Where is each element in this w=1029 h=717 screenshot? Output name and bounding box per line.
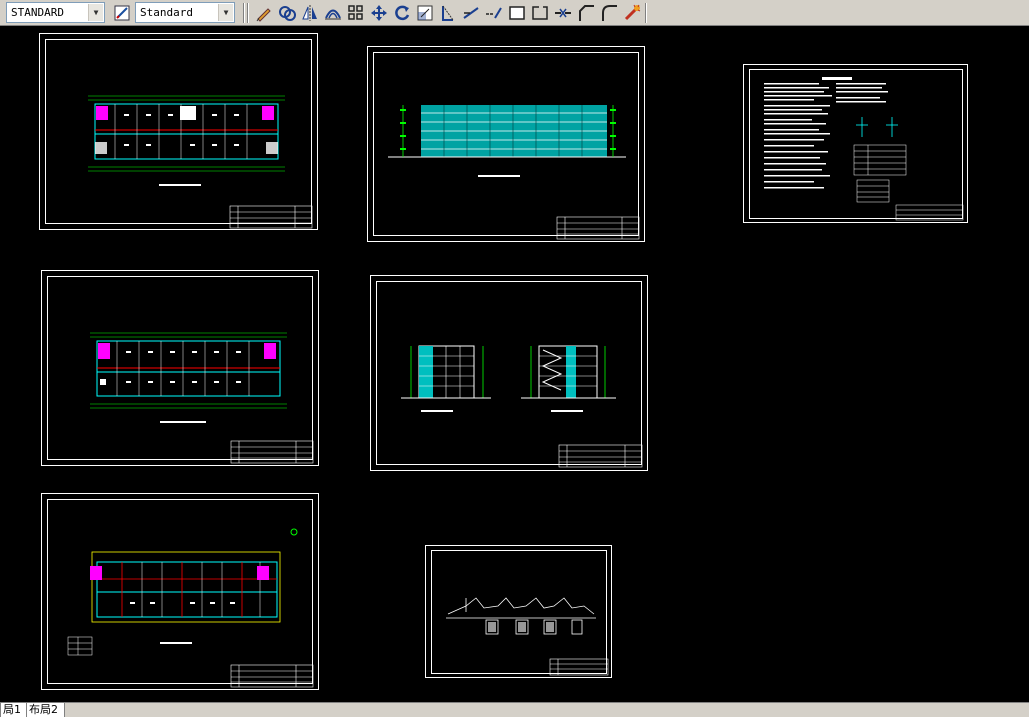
floor-plan-drawing — [67, 528, 314, 688]
first-floor-plan-sheet[interactable] — [39, 33, 318, 230]
standard-floor-plan-sheet[interactable] — [41, 270, 319, 466]
fillet-icon[interactable] — [599, 3, 619, 23]
sections-sheet[interactable] — [370, 275, 648, 471]
extend-icon[interactable] — [484, 3, 504, 23]
dim-style-icon[interactable] — [113, 3, 133, 23]
toolbar-separator — [247, 3, 249, 23]
trim-icon[interactable] — [461, 3, 481, 23]
notes-text-block — [764, 77, 964, 221]
south-elevation-sheet[interactable] — [367, 46, 645, 242]
dim-style-dropdown[interactable]: Standard ▼ — [135, 2, 235, 23]
details-sheet[interactable] — [425, 545, 612, 678]
text-style-value: STANDARD — [11, 6, 64, 19]
detail-drawing — [446, 597, 609, 676]
toolbar-separator — [243, 3, 245, 23]
tab-layout1[interactable]: 局1 — [0, 703, 28, 717]
layout-tab-bar: 局1 布局2 — [0, 702, 1029, 717]
design-notes-sheet[interactable] — [743, 64, 968, 223]
tab-layout2[interactable]: 布局2 — [26, 703, 65, 717]
floor-plan-drawing — [88, 95, 313, 229]
rotate-icon[interactable] — [392, 3, 412, 23]
break-at-point-icon[interactable] — [530, 3, 550, 23]
top-floor-plan-sheet[interactable] — [41, 493, 319, 690]
move-icon[interactable] — [369, 3, 389, 23]
text-style-dropdown[interactable]: STANDARD ▼ — [6, 2, 105, 23]
explode-icon[interactable] — [622, 3, 642, 23]
toolbar-separator — [645, 3, 647, 23]
pencil-icon[interactable] — [254, 3, 274, 23]
join-icon[interactable] — [553, 3, 573, 23]
chevron-down-icon[interactable]: ▼ — [218, 4, 233, 21]
offset-icon[interactable] — [323, 3, 343, 23]
mirror-icon[interactable] — [300, 3, 320, 23]
dim-style-value: Standard — [140, 6, 193, 19]
floor-plan-drawing — [90, 332, 314, 464]
chevron-down-icon[interactable]: ▼ — [88, 4, 103, 21]
scale-icon[interactable] — [415, 3, 435, 23]
array-icon[interactable] — [346, 3, 366, 23]
toolbar: STANDARD ▼ Standard ▼ — [0, 0, 1029, 26]
copy-icon[interactable] — [277, 3, 297, 23]
break-icon[interactable] — [507, 3, 527, 23]
section-drawing — [401, 345, 643, 468]
elevation-drawing — [388, 105, 640, 240]
chamfer-icon[interactable] — [576, 3, 596, 23]
stretch-icon[interactable] — [438, 3, 458, 23]
drawing-canvas[interactable] — [0, 27, 1029, 702]
